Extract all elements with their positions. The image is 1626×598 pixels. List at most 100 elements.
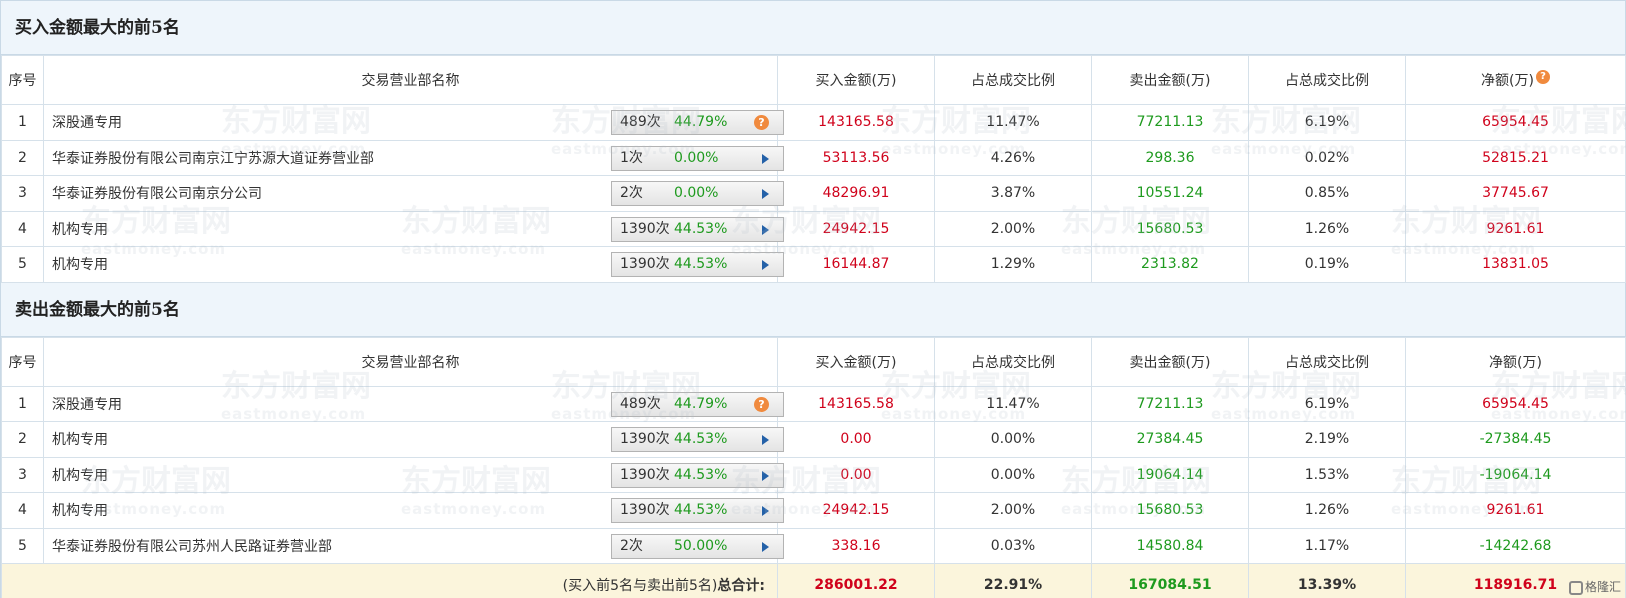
broker-count: 1390次 (620, 502, 670, 518)
broker-stat-button[interactable]: 1390次 44.53% (611, 498, 784, 523)
row-net: 65954.45 (1405, 385, 1626, 422)
arrow-right-icon[interactable] (762, 224, 769, 235)
table-row: 3 机构专用 1390次 44.53% 0.00 0.00% 19064.14 1.53% -1… (1, 456, 1626, 493)
broker-name[interactable]: 机构专用 (52, 429, 108, 449)
row-sell: 14580.84 (1091, 527, 1249, 564)
broker-name[interactable]: 深股通专用 (52, 394, 122, 414)
row-name-cell: 华泰证券股份有限公司南京江宁苏源大道证券营业部 1次 0.00% (43, 139, 784, 176)
row-buy: 0.00 (777, 421, 935, 458)
broker-count: 1390次 (620, 256, 670, 272)
broker-name[interactable]: 华泰证券股份有限公司南京江宁苏源大道证券营业部 (52, 148, 374, 168)
lhb-panel: 买入金额最大的前5名 序号 交易营业部名称 买入金额(万) 占总成交比例 卖出金… (0, 0, 1626, 598)
arrow-right-icon[interactable] (762, 435, 769, 445)
broker-name[interactable]: 深股通专用 (52, 112, 122, 132)
row-sell-ratio: 1.53% (1248, 456, 1406, 493)
col-net: 净额(万) (1405, 336, 1626, 387)
broker-count: 1390次 (620, 431, 670, 447)
row-seq: 1 (1, 104, 44, 141)
row-buy: 16144.87 (777, 246, 935, 283)
row-seq: 4 (1, 492, 44, 529)
help-icon[interactable]: ? (754, 396, 769, 412)
row-seq: 3 (1, 175, 44, 212)
row-seq: 5 (1, 527, 44, 564)
col-sell-ratio: 占总成交比例 (1248, 336, 1406, 387)
broker-stat-button[interactable]: 1390次 44.53% (611, 462, 784, 488)
row-buy-ratio: 3.87% (934, 175, 1092, 212)
row-sell-ratio: 6.19% (1248, 104, 1406, 141)
row-buy: 48296.91 (777, 175, 935, 212)
broker-count: 1次 (620, 149, 643, 166)
row-buy: 24942.15 (777, 492, 935, 529)
sell-table: 序号 交易营业部名称 买入金额(万) 占总成交比例 卖出金额(万) 占总成交比例… (1, 336, 1626, 598)
row-name-cell: 深股通专用 489次 44.79%? (43, 104, 784, 141)
table-row: 4 机构专用 1390次 44.53% 24942.15 2.00% 15680.53 1.2… (1, 210, 1626, 247)
buy-table-body: 1 深股通专用 489次 44.79%? 143165.58 11.47% 77211.13… (1, 104, 1626, 283)
total-row: (买入前5名与卖出前5名)总合计: 286001.22 22.91% 16708… (1, 563, 1626, 598)
table-row: 3 华泰证券股份有限公司南京分公司 2次 0.00% 48296.91 3.87% 1055… (1, 175, 1626, 212)
row-net: -14242.68 (1405, 527, 1626, 564)
row-buy: 53113.56 (777, 139, 935, 176)
broker-count: 2次 (620, 537, 643, 554)
row-seq: 5 (1, 246, 44, 283)
row-sell: 15680.53 (1091, 210, 1249, 247)
row-sell: 77211.13 (1091, 385, 1249, 422)
arrow-right-icon[interactable] (762, 189, 769, 199)
broker-stat-button[interactable]: 1次 0.00% (611, 145, 784, 171)
broker-win-rate: 44.53% (674, 502, 728, 518)
broker-name[interactable]: 机构专用 (52, 254, 108, 274)
broker-win-rate: 0.00% (674, 185, 719, 201)
row-name-cell: 华泰证券股份有限公司南京分公司 2次 0.00% (43, 175, 784, 212)
broker-win-rate: 44.53% (674, 466, 728, 483)
row-name-cell: 机构专用 1390次 44.53% (43, 456, 784, 493)
row-sell-ratio: 0.19% (1248, 246, 1406, 283)
broker-stat-button[interactable]: 489次 44.79%? (611, 391, 784, 417)
broker-name[interactable]: 华泰证券股份有限公司南京分公司 (52, 183, 262, 203)
broker-count: 489次 (620, 395, 661, 412)
row-sell-ratio: 0.02% (1248, 139, 1406, 176)
broker-name[interactable]: 机构专用 (52, 465, 108, 485)
broker-stat-button[interactable]: 2次 0.00% (611, 181, 784, 206)
broker-stat-button[interactable]: 1390次 44.53% (611, 252, 784, 277)
row-name-cell: 机构专用 1390次 44.53% (43, 492, 784, 529)
row-sell: 10551.24 (1091, 175, 1249, 212)
broker-stat-button[interactable]: 1390次 44.53% (611, 216, 784, 242)
row-buy: 338.16 (777, 527, 935, 564)
row-sell-ratio: 0.85% (1248, 175, 1406, 212)
row-sell-ratio: 6.19% (1248, 385, 1406, 422)
site-logo: 格隆汇 (1568, 578, 1621, 595)
row-net: 65954.45 (1405, 104, 1626, 141)
table-row: 5 机构专用 1390次 44.53% 16144.87 1.29% 2313.82 0.19… (1, 246, 1626, 283)
arrow-right-icon[interactable] (762, 470, 769, 481)
total-buy: 286001.22 (777, 563, 935, 598)
row-net: -19064.14 (1405, 456, 1626, 493)
broker-stat-button[interactable]: 489次 44.79%? (611, 110, 784, 135)
sell-table-body: 1 深股通专用 489次 44.79%? 143165.58 11.47% 77211.13… (1, 385, 1626, 564)
broker-count: 1390次 (620, 466, 670, 483)
arrow-right-icon[interactable] (762, 153, 769, 164)
help-icon[interactable]: ? (1535, 70, 1550, 84)
arrow-right-icon[interactable] (762, 541, 769, 552)
row-buy-ratio: 2.00% (934, 210, 1092, 247)
arrow-right-icon[interactable] (762, 506, 769, 516)
arrow-right-icon[interactable] (762, 260, 769, 270)
col-buy-ratio: 占总成交比例 (934, 336, 1092, 387)
broker-stat-button[interactable]: 2次 50.00% (611, 533, 784, 559)
table-row: 2 华泰证券股份有限公司南京江宁苏源大道证券营业部 1次 0.00% 53113.56 4… (1, 139, 1626, 176)
broker-name[interactable]: 机构专用 (52, 219, 108, 239)
help-icon[interactable]: ? (754, 115, 769, 130)
row-buy: 24942.15 (777, 210, 935, 247)
broker-stat-button[interactable]: 1390次 44.53% (611, 427, 784, 452)
col-name: 交易营业部名称 (43, 55, 778, 105)
table-row: 1 深股通专用 489次 44.79%? 143165.58 11.47% 77211.13… (1, 104, 1626, 141)
col-seq: 序号 (1, 336, 44, 387)
row-net: 9261.61 (1405, 210, 1626, 247)
row-sell: 298.36 (1091, 139, 1249, 176)
col-net: 净额(万)? (1405, 55, 1626, 105)
row-buy-ratio: 0.00% (934, 456, 1092, 493)
total-buy-ratio: 22.91% (934, 563, 1092, 598)
broker-win-rate: 44.53% (674, 220, 728, 237)
row-net: 37745.67 (1405, 175, 1626, 212)
sell-table-header: 序号 交易营业部名称 买入金额(万) 占总成交比例 卖出金额(万) 占总成交比例… (1, 336, 1626, 387)
broker-name[interactable]: 机构专用 (52, 500, 108, 520)
broker-name[interactable]: 华泰证券股份有限公司苏州人民路证券营业部 (52, 536, 332, 556)
